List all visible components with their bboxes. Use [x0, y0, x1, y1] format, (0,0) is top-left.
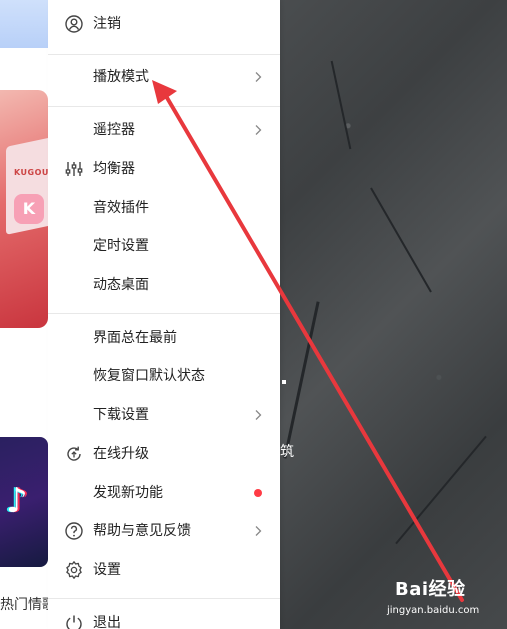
stone-crack	[330, 60, 352, 150]
menu-item-restore-window[interactable]: 恢复窗口默认状态	[48, 357, 280, 395]
tiktok-note-icon: ♪	[6, 481, 28, 521]
chevron-right-icon	[255, 410, 262, 420]
chevron-right-icon	[255, 125, 262, 135]
menu-item-label: 播放模式	[93, 69, 149, 85]
menu-item-label: 退出	[93, 615, 121, 629]
menu-item-new-features[interactable]: 发现新功能	[48, 474, 280, 512]
menu-item-dynamic-desktop[interactable]: 动态桌面	[48, 266, 280, 304]
background-text: 筑	[280, 444, 294, 460]
watermark-logo: Bai经验	[395, 579, 466, 600]
menu-item-label: 恢复窗口默认状态	[93, 368, 205, 384]
menu-item-label: 注销	[93, 16, 121, 32]
gear-icon	[66, 561, 82, 579]
user-circle-icon	[65, 15, 83, 33]
stone-crack	[395, 435, 487, 545]
menu-item-label: 均衡器	[93, 161, 135, 177]
menu-item-download-settings[interactable]: 下载设置	[48, 396, 280, 434]
menu-item-label: 帮助与意见反馈	[93, 523, 191, 539]
menu-item-play-mode[interactable]: 播放模式	[48, 58, 280, 96]
menu-separator	[48, 313, 280, 314]
menu-item-label: 发现新功能	[93, 485, 163, 501]
menu-item-timer[interactable]: 定时设置	[48, 227, 280, 265]
menu-item-label: 定时设置	[93, 238, 149, 254]
menu-item-logout[interactable]: 注销	[48, 5, 280, 43]
menu-item-settings[interactable]: 设置	[48, 551, 280, 589]
top-blue-strip	[0, 0, 48, 48]
menu-item-help-feedback[interactable]: 帮助与意见反馈	[48, 512, 280, 550]
stone-crack	[283, 301, 320, 459]
power-icon	[66, 615, 82, 629]
stone-crack	[370, 187, 432, 293]
kugou-k-badge-icon: K	[14, 194, 44, 224]
menu-separator	[48, 106, 280, 107]
playlist-title[interactable]: 热门情歌	[0, 594, 48, 614]
baidu-jingyan-watermark: Bai经验 jingyan.baidu.com	[387, 575, 507, 627]
menu-item-label: 在线升级	[93, 446, 149, 462]
left-app-panel: KUGOU K ♪ 热门情歌	[0, 0, 48, 629]
desktop-background-photo	[280, 0, 507, 629]
promo-banner[interactable]: KUGOU K	[0, 90, 48, 328]
new-feature-dot	[254, 489, 262, 497]
context-menu: 注销 播放模式 遥控器 均衡器 音效插件 定时设置 动态桌面 界面总在最前 恢复…	[48, 0, 280, 629]
question-circle-icon	[65, 522, 83, 540]
menu-item-remote[interactable]: 遥控器	[48, 111, 280, 149]
playlist-cover[interactable]: ♪	[0, 437, 48, 567]
background-dot	[282, 380, 286, 384]
chevron-right-icon	[255, 72, 262, 82]
menu-item-label: 遥控器	[93, 122, 135, 138]
refresh-upgrade-icon	[67, 446, 81, 461]
menu-item-label: 下载设置	[93, 407, 149, 423]
menu-item-effect-plugins[interactable]: 音效插件	[48, 189, 280, 227]
menu-item-label: 动态桌面	[93, 277, 149, 293]
menu-item-online-upgrade[interactable]: 在线升级	[48, 435, 280, 473]
promo-brand-text: KUGOU	[14, 168, 48, 177]
watermark-url: jingyan.baidu.com	[387, 605, 480, 616]
menu-separator	[48, 598, 280, 599]
menu-item-label: 设置	[93, 562, 121, 578]
menu-item-always-on-top[interactable]: 界面总在最前	[48, 319, 280, 357]
equalizer-icon	[65, 162, 83, 176]
menu-separator	[48, 54, 280, 55]
menu-item-label: 音效插件	[93, 200, 149, 216]
menu-item-exit[interactable]: 退出	[48, 604, 280, 629]
chevron-right-icon	[255, 526, 262, 536]
menu-item-equalizer[interactable]: 均衡器	[48, 150, 280, 188]
menu-item-label: 界面总在最前	[93, 330, 177, 346]
promo-badge-letter: K	[22, 199, 36, 218]
